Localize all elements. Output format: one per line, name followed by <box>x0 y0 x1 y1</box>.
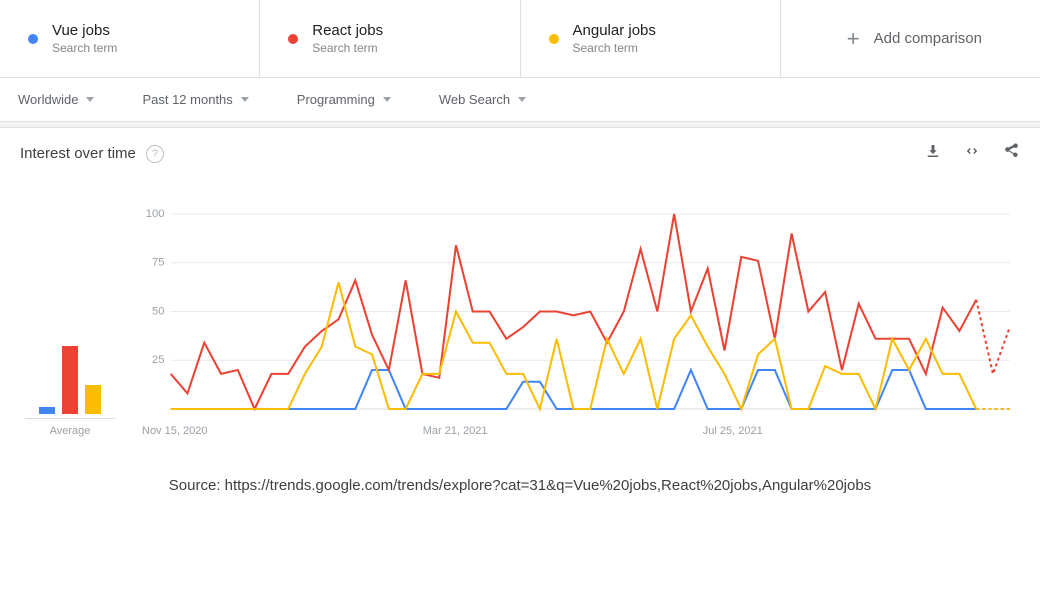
filter-search-type[interactable]: Web Search <box>439 92 526 107</box>
embed-icon[interactable] <box>962 142 982 165</box>
svg-text:100: 100 <box>146 209 165 220</box>
chevron-down-icon <box>86 97 94 102</box>
add-comparison-button[interactable]: + Add comparison <box>781 0 1040 77</box>
term-subtitle: Search term <box>312 41 383 55</box>
filters-row: Worldwide Past 12 months Programming Web… <box>0 78 1040 122</box>
chart-panel: Interest over time ? Average <box>0 128 1040 447</box>
term-label: React jobs <box>312 22 383 39</box>
svg-text:25: 25 <box>152 354 165 366</box>
term-label: Vue jobs <box>52 22 117 39</box>
plus-icon: + <box>847 26 860 52</box>
average-block: Average <box>20 209 120 437</box>
chevron-down-icon <box>383 97 391 102</box>
avg-bar <box>85 385 101 414</box>
help-icon[interactable]: ? <box>146 145 164 163</box>
average-label: Average <box>50 425 91 437</box>
color-dot-react <box>288 34 298 44</box>
share-icon[interactable] <box>1002 142 1020 165</box>
color-dot-angular <box>549 34 559 44</box>
chart-title: Interest over time <box>20 145 136 162</box>
xtick-label: Jul 25, 2021 <box>703 425 763 437</box>
search-terms-row: Vue jobs Search term React jobs Search t… <box>0 0 1040 78</box>
svg-text:50: 50 <box>152 306 165 318</box>
term-card-vue[interactable]: Vue jobs Search term <box>0 0 260 77</box>
term-card-react[interactable]: React jobs Search term <box>260 0 520 77</box>
add-comparison-label: Add comparison <box>874 30 982 47</box>
filter-region[interactable]: Worldwide <box>18 92 94 107</box>
filter-label: Programming <box>297 92 375 107</box>
filter-category[interactable]: Programming <box>297 92 391 107</box>
xtick-label: Mar 21, 2021 <box>423 425 488 437</box>
avg-bar <box>39 407 55 414</box>
avg-bar <box>62 346 78 414</box>
chevron-down-icon <box>518 97 526 102</box>
filter-label: Worldwide <box>18 92 78 107</box>
term-label: Angular jobs <box>573 22 656 39</box>
term-card-angular[interactable]: Angular jobs Search term <box>521 0 781 77</box>
source-text: Source: https://trends.google.com/trends… <box>0 477 1040 494</box>
filter-label: Web Search <box>439 92 510 107</box>
term-subtitle: Search term <box>52 41 117 55</box>
chevron-down-icon <box>241 97 249 102</box>
filter-label: Past 12 months <box>142 92 232 107</box>
color-dot-vue <box>28 34 38 44</box>
xtick-label: Nov 15, 2020 <box>142 425 207 437</box>
svg-text:75: 75 <box>152 257 165 269</box>
term-subtitle: Search term <box>573 41 656 55</box>
filter-time[interactable]: Past 12 months <box>142 92 248 107</box>
line-chart: 25 50 75 100 Nov 15, 2020 Mar 21, 2021 Jul … <box>140 209 1020 437</box>
download-icon[interactable] <box>924 142 942 165</box>
